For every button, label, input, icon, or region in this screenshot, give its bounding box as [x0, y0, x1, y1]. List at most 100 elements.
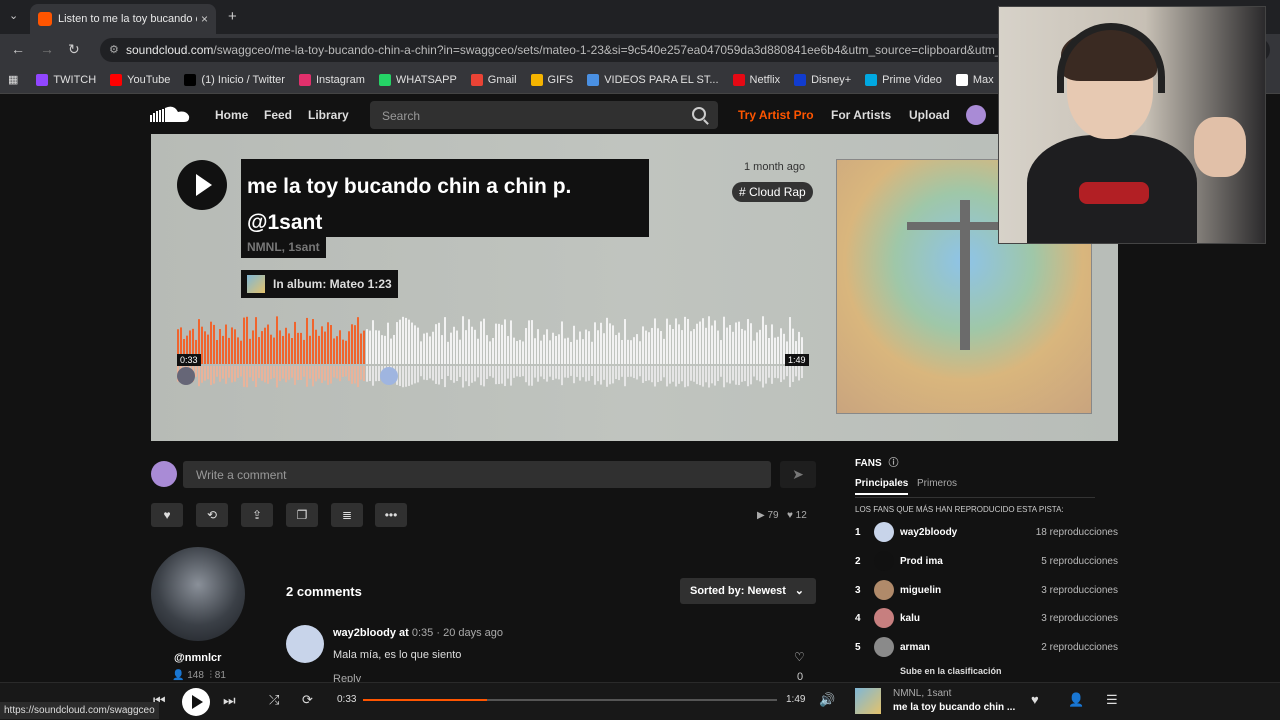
nav-home[interactable]: Home	[215, 108, 248, 122]
queue-icon[interactable]: ☰	[1106, 692, 1118, 708]
for-artists-link[interactable]: For Artists	[831, 108, 891, 122]
player-play-button[interactable]	[182, 688, 210, 716]
waveform-reflection-bar	[276, 366, 278, 388]
bookmark-item[interactable]: Netflix	[732, 73, 780, 86]
bookmark-item[interactable]: GIFS	[530, 73, 573, 86]
more-button[interactable]: •••	[375, 503, 407, 527]
search-icon[interactable]	[692, 107, 706, 121]
site-info-icon[interactable]: ⚙	[109, 43, 119, 56]
repeat-icon[interactable]: ⟳	[302, 692, 313, 708]
waveform-comment-avatar[interactable]	[177, 367, 195, 385]
hero-play-button[interactable]	[177, 160, 227, 210]
fans-more-link[interactable]: Sube en la clasificación	[900, 666, 1002, 676]
fan-name[interactable]: arman	[900, 642, 930, 653]
info-icon[interactable]: ⓘ	[888, 458, 898, 469]
comment-user[interactable]: way2bloody	[333, 627, 396, 639]
copy-link-button[interactable]: ❐	[286, 503, 318, 527]
sort-dropdown[interactable]: Sorted by: Newest ⌄	[680, 578, 816, 604]
user-avatar[interactable]	[966, 105, 986, 125]
apps-grid-icon[interactable]: ▦	[8, 73, 18, 86]
waveform-bar	[207, 334, 209, 364]
waveform-comment-avatar[interactable]	[380, 367, 398, 385]
search-input[interactable]: Search	[370, 101, 718, 129]
track-artists[interactable]: NMNL, 1sant	[241, 236, 326, 258]
nav-library[interactable]: Library	[308, 108, 349, 122]
waveform-reflection-bar	[366, 366, 368, 382]
fan-row[interactable]: 3 miguelin 3 reproducciones	[855, 580, 1118, 602]
bookmark-item[interactable]: Prime Video	[865, 73, 942, 86]
followers-count: 148	[187, 670, 204, 681]
bookmark-item[interactable]: TWITCH	[36, 73, 96, 86]
next-icon[interactable]: ⏭	[223, 692, 236, 709]
fan-row[interactable]: 4 kalu 3 reproducciones	[855, 608, 1118, 630]
fan-avatar[interactable]	[874, 551, 894, 571]
fan-name[interactable]: Prod ima	[900, 556, 943, 567]
like-button[interactable]: ♥	[151, 503, 183, 527]
waveform-reflection-bar	[558, 366, 560, 380]
bookmark-item[interactable]: Gmail	[470, 73, 517, 86]
waveform-bar	[252, 330, 254, 364]
fan-avatar[interactable]	[874, 637, 894, 657]
bookmark-item[interactable]: Disney+	[794, 73, 851, 86]
fan-name[interactable]: way2bloody	[900, 527, 957, 538]
follow-icon[interactable]: 👤	[1068, 692, 1084, 708]
genre-tag[interactable]: # Cloud Rap	[732, 182, 813, 202]
send-comment-icon[interactable]: ➤	[780, 461, 816, 488]
share-button[interactable]: ⇪	[241, 503, 273, 527]
bookmark-item[interactable]: YouTube	[110, 73, 170, 86]
player-title[interactable]: me la toy bucando chin ...	[893, 702, 1015, 713]
fan-name[interactable]: miguelin	[900, 585, 941, 596]
forward-arrow-icon[interactable]: →	[40, 41, 54, 57]
new-tab-button[interactable]: +	[228, 8, 237, 25]
waveform-reflection-bar	[417, 366, 419, 383]
player-artist[interactable]: NMNL, 1sant	[893, 688, 951, 699]
player-thumbnail[interactable]	[855, 688, 881, 714]
album-link[interactable]: In album: Mateo 1:23	[241, 270, 398, 298]
waveform-reflection-bar	[570, 366, 572, 376]
tab-primeros[interactable]: Primeros	[917, 478, 957, 489]
waveform-reflection-bar	[756, 366, 758, 381]
bookmark-item[interactable]: VIDEOS PARA EL ST...	[587, 73, 719, 86]
bookmark-item[interactable]: Max	[955, 73, 994, 86]
tracks-icon: ⫶	[209, 670, 212, 681]
uploader-name[interactable]: @nmnlcr	[174, 652, 221, 664]
player-heart-icon[interactable]: ♥	[1031, 692, 1039, 707]
waveform-bar	[402, 316, 404, 364]
bookmark-favicon-icon	[794, 73, 807, 86]
tab-close-icon[interactable]: ×	[201, 12, 208, 26]
soundcloud-logo-icon[interactable]	[150, 106, 190, 124]
shuffle-icon[interactable]: ⤮	[269, 692, 279, 708]
fan-name[interactable]: kalu	[900, 613, 920, 624]
add-to-playlist-button[interactable]: ≣	[331, 503, 363, 527]
reload-icon[interactable]: ↻	[68, 41, 80, 58]
upload-link[interactable]: Upload	[909, 108, 950, 122]
waveform-bar	[327, 322, 329, 364]
try-artist-pro-link[interactable]: Try Artist Pro	[738, 108, 814, 122]
comment-timestamp[interactable]: 0:35	[412, 627, 433, 639]
waveform-bar	[441, 335, 443, 364]
fan-row[interactable]: 2 Prod ima 5 reproducciones	[855, 551, 1118, 573]
bookmark-item[interactable]: Instagram	[298, 73, 365, 86]
tab-list-icon[interactable]: ⌄	[9, 9, 18, 22]
fan-avatar[interactable]	[874, 580, 894, 600]
waveform[interactable]	[177, 312, 805, 388]
repost-button[interactable]: ⟲	[196, 503, 228, 527]
fan-avatar[interactable]	[874, 608, 894, 628]
fan-row[interactable]: 1 way2bloody 18 reproducciones	[855, 522, 1118, 544]
comment-input[interactable]: Write a comment	[183, 461, 771, 488]
waveform-bar	[453, 326, 455, 364]
nav-feed[interactable]: Feed	[264, 108, 292, 122]
back-arrow-icon[interactable]: ←	[11, 41, 25, 57]
comment-heart-icon[interactable]: ♡	[794, 650, 805, 664]
comment-avatar[interactable]	[286, 625, 324, 663]
browser-tab[interactable]: Listen to me la toy bucando chi ×	[30, 4, 216, 34]
fan-avatar[interactable]	[874, 522, 894, 542]
tab-principales[interactable]: Principales	[855, 478, 909, 495]
progress-bar[interactable]	[363, 699, 777, 701]
bookmark-item[interactable]: (1) Inicio / Twitter	[184, 73, 285, 86]
uploader-avatar[interactable]	[151, 547, 245, 641]
bookmark-item[interactable]: WHATSAPP	[378, 73, 457, 86]
waveform-reflection-bar	[204, 366, 206, 381]
fan-row[interactable]: 5 arman 2 reproducciones	[855, 637, 1118, 659]
volume-icon[interactable]: 🔊	[819, 692, 835, 708]
